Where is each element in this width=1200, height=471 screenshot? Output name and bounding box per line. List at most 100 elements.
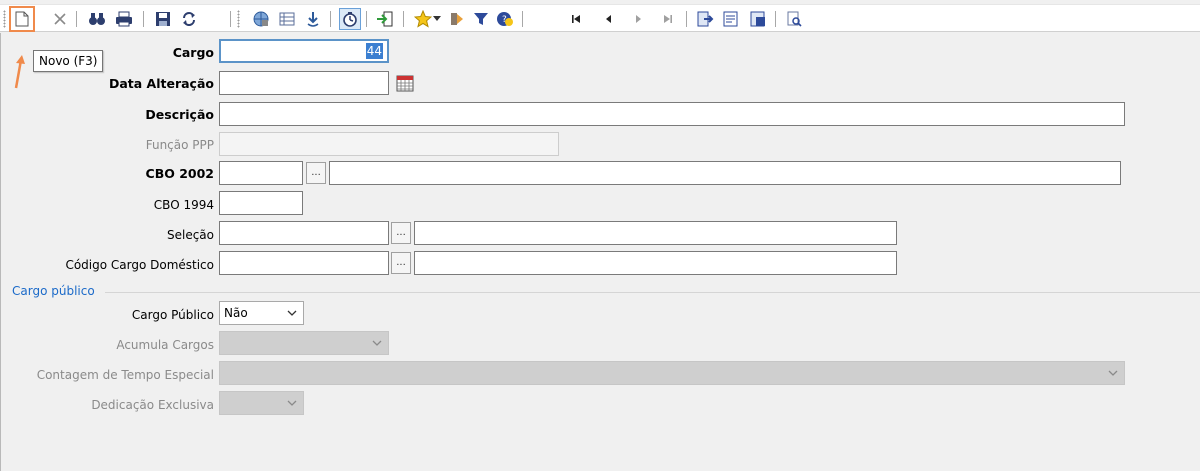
codigo-cargo-domestico-description-input[interactable] bbox=[414, 251, 897, 275]
report-icon bbox=[723, 11, 738, 27]
cargo-input[interactable]: 44 bbox=[219, 39, 389, 63]
help-globe-icon: ? bbox=[497, 12, 513, 26]
delete-button[interactable] bbox=[49, 8, 71, 30]
chevron-down-icon bbox=[372, 340, 382, 346]
floppy-disk-icon bbox=[156, 12, 170, 26]
filter-funnel-icon bbox=[474, 13, 488, 25]
export-button[interactable] bbox=[694, 8, 716, 30]
new-button-tooltip: Novo (F3) bbox=[33, 50, 104, 72]
funcao-ppp-input bbox=[219, 132, 559, 156]
next-record-icon bbox=[636, 15, 641, 23]
next-record-button[interactable] bbox=[630, 8, 646, 30]
group-divider bbox=[105, 292, 1200, 293]
acumula-cargos-select bbox=[219, 331, 389, 355]
cbo-1994-label: CBO 1994 bbox=[153, 198, 214, 212]
preview-button[interactable] bbox=[783, 8, 805, 30]
chevron-down-icon bbox=[1108, 370, 1118, 376]
exit-button[interactable] bbox=[374, 8, 396, 30]
last-record-button[interactable] bbox=[660, 8, 676, 30]
funcao-ppp-label: Função PPP bbox=[145, 138, 214, 152]
cbo-2002-code-input[interactable] bbox=[219, 161, 303, 185]
report-view-icon bbox=[750, 11, 765, 27]
exit-door-icon bbox=[377, 11, 393, 27]
cargo-label: Cargo bbox=[172, 45, 214, 60]
toolbar-separator bbox=[330, 11, 331, 27]
print-preview-icon bbox=[787, 11, 802, 27]
report-button[interactable] bbox=[720, 8, 742, 30]
cargo-publico-select[interactable]: Não bbox=[219, 301, 304, 325]
toolbar-separator bbox=[686, 11, 687, 27]
toolbar-separator bbox=[522, 11, 523, 27]
printer-icon bbox=[116, 11, 132, 27]
report-view-button[interactable] bbox=[747, 8, 769, 30]
close-x-icon bbox=[54, 13, 66, 25]
selecao-code-input[interactable] bbox=[219, 221, 389, 245]
toolbar-grip[interactable] bbox=[3, 10, 6, 28]
save-button[interactable] bbox=[152, 8, 174, 30]
codigo-cargo-domestico-browse-button[interactable]: ... bbox=[391, 252, 411, 274]
export-doc-icon bbox=[697, 11, 714, 27]
data-alteracao-input[interactable] bbox=[219, 71, 389, 95]
contagem-tempo-especial-label: Contagem de Tempo Especial bbox=[36, 368, 214, 382]
dedicacao-exclusiva-select bbox=[219, 391, 304, 415]
toolbar-separator bbox=[775, 11, 776, 27]
cbo-2002-label: CBO 2002 bbox=[145, 166, 214, 181]
binoculars-icon bbox=[89, 13, 105, 25]
new-document-icon bbox=[15, 11, 29, 27]
previous-record-icon bbox=[606, 15, 611, 23]
help-button[interactable]: ? bbox=[494, 8, 516, 30]
list-grid-icon bbox=[279, 12, 295, 26]
info-arrow-icon bbox=[307, 12, 319, 27]
favorites-button[interactable] bbox=[412, 8, 434, 30]
contagem-tempo-especial-select bbox=[219, 361, 1125, 385]
toolbar-separator bbox=[230, 11, 231, 27]
first-record-icon bbox=[572, 15, 580, 23]
form-panel: Cargo 44 Data Alteração Descrição Função… bbox=[0, 33, 1200, 471]
cargo-publico-group-title: Cargo público bbox=[12, 284, 95, 298]
dedicacao-exclusiva-label: Dedicação Exclusiva bbox=[91, 398, 214, 412]
globe-button[interactable] bbox=[250, 8, 272, 30]
toolbar-grip[interactable] bbox=[237, 10, 240, 28]
chevron-down-icon bbox=[287, 400, 297, 406]
first-record-button[interactable] bbox=[568, 8, 584, 30]
refresh-button[interactable] bbox=[178, 8, 200, 30]
refresh-icon bbox=[183, 12, 195, 26]
go-button[interactable] bbox=[446, 8, 468, 30]
toolbar: ? bbox=[0, 4, 1200, 32]
list-button[interactable] bbox=[276, 8, 298, 30]
acumula-cargos-label: Acumula Cargos bbox=[116, 338, 214, 352]
timer-button[interactable] bbox=[339, 8, 361, 30]
toolbar-separator bbox=[143, 11, 144, 27]
print-button[interactable] bbox=[113, 8, 135, 30]
codigo-cargo-domestico-input[interactable] bbox=[219, 251, 389, 275]
cargo-publico-label: Cargo Público bbox=[131, 308, 214, 322]
previous-record-button[interactable] bbox=[601, 8, 617, 30]
info-button[interactable] bbox=[302, 8, 324, 30]
cbo-2002-description-input[interactable] bbox=[329, 161, 1121, 185]
descricao-label: Descrição bbox=[145, 107, 214, 122]
pointer-arrow-icon bbox=[14, 55, 25, 89]
toolbar-separator bbox=[366, 11, 367, 27]
selecao-browse-button[interactable]: ... bbox=[391, 222, 411, 244]
chevron-down-icon bbox=[287, 310, 297, 316]
last-record-icon bbox=[664, 15, 672, 23]
selecao-label: Seleção bbox=[166, 228, 214, 242]
star-icon bbox=[414, 10, 432, 28]
new-record-button[interactable] bbox=[9, 6, 35, 32]
calendar-icon[interactable] bbox=[396, 74, 414, 92]
door-arrow-icon bbox=[451, 13, 463, 25]
selecao-description-input[interactable] bbox=[414, 221, 897, 245]
filter-button[interactable] bbox=[470, 8, 492, 30]
cbo-2002-browse-button[interactable]: ... bbox=[306, 162, 326, 184]
dropdown-arrow-icon bbox=[433, 16, 441, 21]
data-alteracao-label: Data Alteração bbox=[108, 76, 214, 91]
svg-text:?: ? bbox=[502, 15, 507, 25]
cbo-1994-input[interactable] bbox=[219, 191, 303, 215]
toolbar-separator bbox=[403, 11, 404, 27]
favorites-dropdown[interactable] bbox=[432, 8, 442, 30]
search-button[interactable] bbox=[86, 8, 108, 30]
codigo-cargo-domestico-label: Código Cargo Doméstico bbox=[65, 258, 214, 272]
cargo-value: 44 bbox=[365, 43, 383, 59]
descricao-input[interactable] bbox=[219, 102, 1125, 126]
cargo-publico-value: Não bbox=[224, 306, 248, 320]
